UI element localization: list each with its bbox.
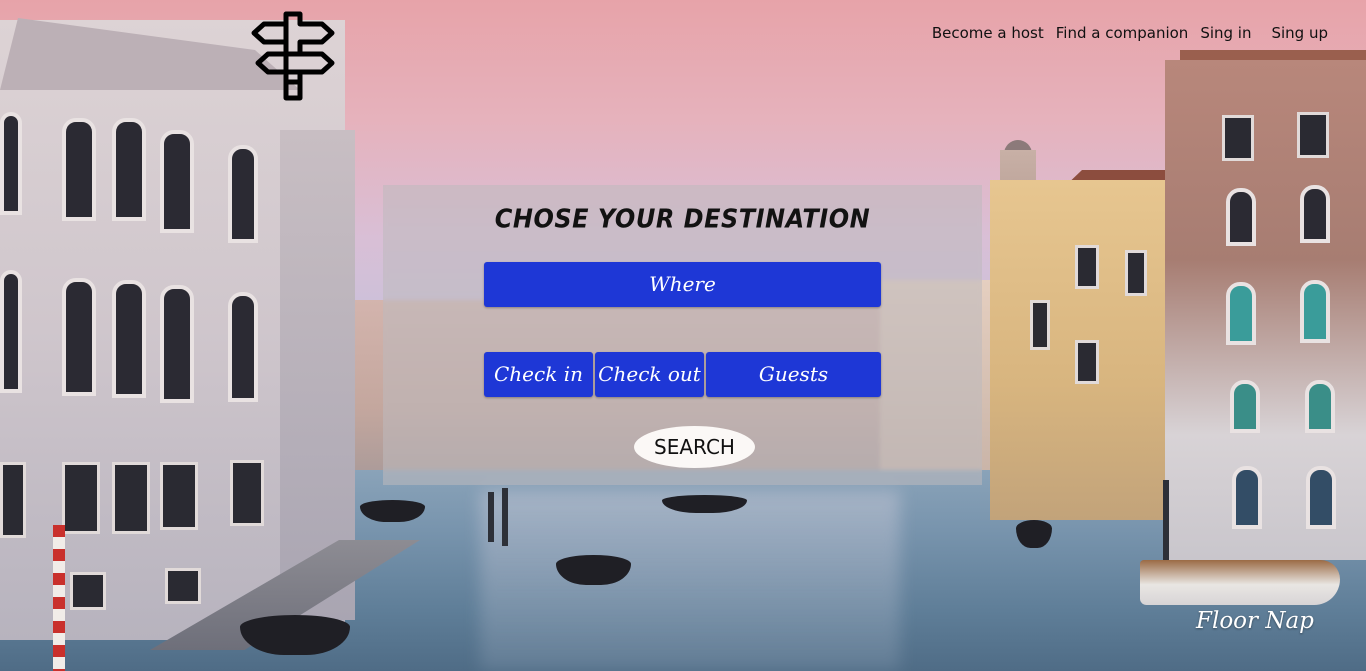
background-window xyxy=(1300,280,1330,343)
where-field-label: Where xyxy=(649,272,716,296)
logo[interactable] xyxy=(250,10,336,102)
where-field[interactable]: Where xyxy=(484,262,881,307)
background-window xyxy=(1300,185,1330,243)
background-window xyxy=(62,118,96,221)
page: Become a host Find a companion Sing in S… xyxy=(0,0,1366,671)
background-water-reflection xyxy=(480,490,900,671)
background-window xyxy=(1306,466,1336,529)
background-window xyxy=(112,118,146,221)
top-nav: Become a host Find a companion Sing in S… xyxy=(932,24,1328,42)
background-window xyxy=(1226,188,1256,246)
nav-link-sign-in[interactable]: Sing in xyxy=(1200,24,1251,42)
background-window xyxy=(0,462,26,538)
background-window xyxy=(112,280,146,398)
background-mooring-pole xyxy=(502,488,508,546)
search-panel: CHOSE YOUR DESTINATION Where Check in Ch… xyxy=(383,185,982,485)
search-panel-title: CHOSE YOUR DESTINATION xyxy=(494,203,871,235)
background-window xyxy=(228,145,258,243)
check-in-label: Check in xyxy=(494,362,583,386)
background-window xyxy=(62,462,100,534)
guests-field[interactable]: Guests xyxy=(706,352,881,397)
background-window xyxy=(1226,282,1256,345)
background-window xyxy=(0,112,22,215)
background-window xyxy=(62,278,96,396)
background-window xyxy=(1125,250,1147,296)
background-mooring-pole xyxy=(1163,480,1169,560)
check-in-field[interactable]: Check in xyxy=(484,352,593,397)
background-window xyxy=(160,285,194,403)
background-window xyxy=(228,292,258,402)
background-window xyxy=(112,462,150,534)
date-guest-row: Check in Check out Guests xyxy=(484,352,881,397)
background-window xyxy=(1030,300,1050,350)
signpost-icon xyxy=(251,11,335,101)
background-mooring-pole xyxy=(488,492,494,542)
background-window xyxy=(1075,245,1099,289)
check-out-label: Check out xyxy=(598,362,701,386)
background-window xyxy=(0,270,22,393)
nav-link-find-companion[interactable]: Find a companion xyxy=(1056,24,1189,42)
nav-link-sign-up[interactable]: Sing up xyxy=(1271,24,1328,42)
nav-link-become-host[interactable]: Become a host xyxy=(932,24,1044,42)
background-striped-pole xyxy=(53,525,65,671)
background-window xyxy=(230,460,264,526)
background-window xyxy=(1075,340,1099,384)
background-window xyxy=(1305,380,1335,433)
background-window xyxy=(1222,115,1254,161)
background-window xyxy=(165,568,201,604)
background-window xyxy=(1232,466,1262,529)
background-water-taxi xyxy=(1140,560,1340,605)
guests-label: Guests xyxy=(758,362,829,386)
background-window xyxy=(160,462,198,530)
check-out-field[interactable]: Check out xyxy=(595,352,704,397)
background-window xyxy=(160,130,194,233)
background-window xyxy=(70,572,106,610)
brand-name: Floor Nap xyxy=(1196,608,1314,634)
search-button[interactable]: SEARCH xyxy=(634,426,755,468)
background-window xyxy=(1297,112,1329,158)
background-window xyxy=(1230,380,1260,433)
